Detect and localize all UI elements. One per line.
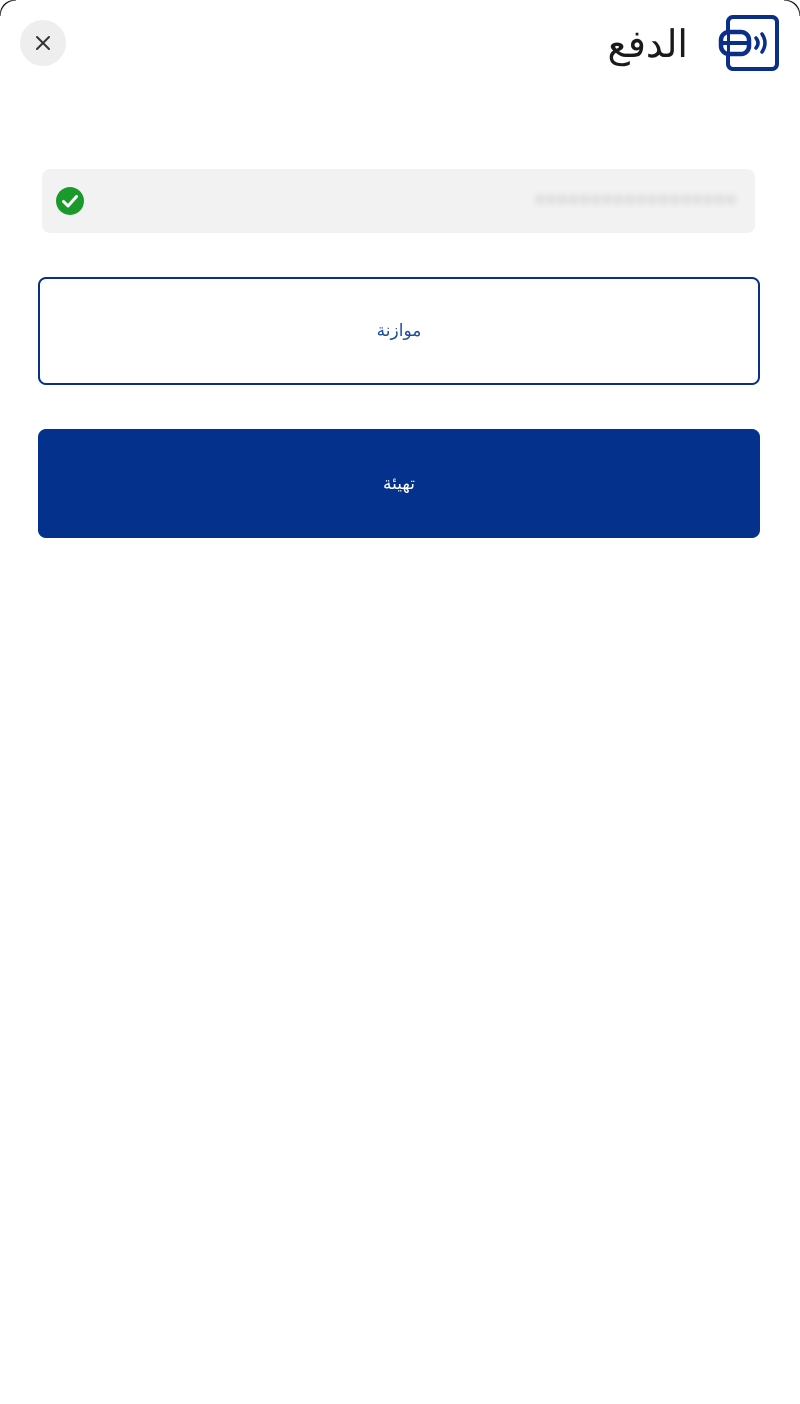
check-circle-icon [56,187,84,215]
close-button[interactable] [20,20,66,66]
payment-screen: الدفع •••••••••••••••••• موازنة تهيئة [0,0,800,1404]
balance-button[interactable]: موازنة [38,277,760,385]
contactless-card-icon [718,15,779,71]
page-title: الدفع [607,22,688,66]
setup-button[interactable]: تهيئة [38,429,760,538]
masked-card-number: •••••••••••••••••• [534,191,737,211]
close-icon [36,36,50,50]
corner-mask-right [784,0,800,16]
balance-button-label: موازنة [376,321,422,341]
card-number-field: •••••••••••••••••• [42,169,755,233]
setup-button-label: تهيئة [383,473,415,494]
corner-mask-left [0,0,16,16]
